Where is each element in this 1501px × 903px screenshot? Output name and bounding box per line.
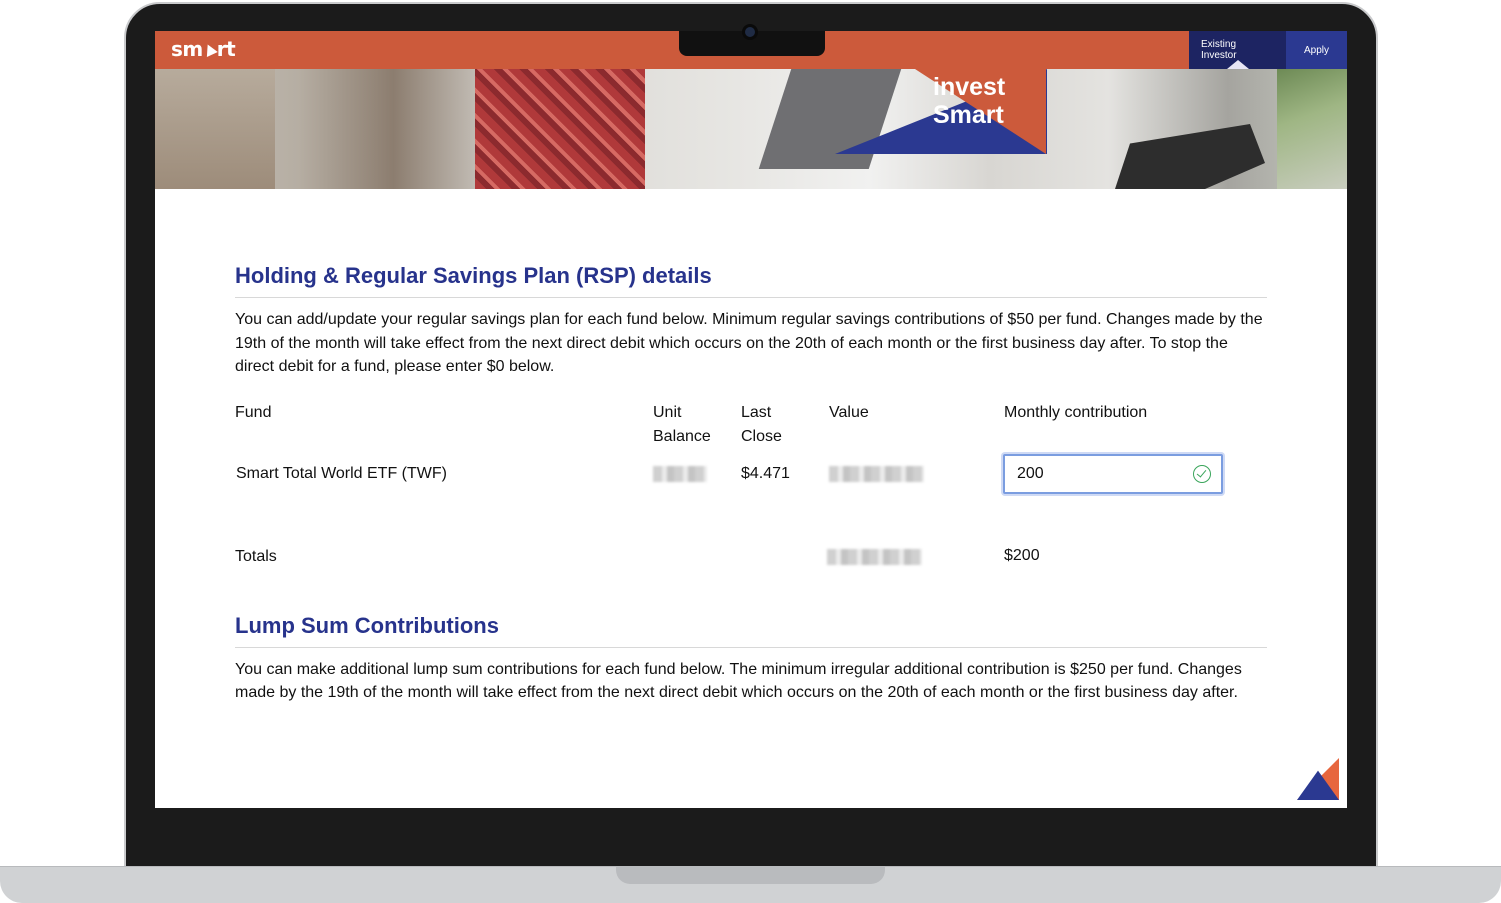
logo-triangle-icon <box>201 41 218 58</box>
header-last-close-line1: Last <box>741 403 772 421</box>
header-last-close: Last Close <box>741 401 782 449</box>
hero-laptop-image <box>758 69 902 169</box>
lump-sum-description: You can make additional lump sum contrib… <box>235 660 1242 702</box>
hero-shelf-image <box>155 69 275 189</box>
smart-logo[interactable]: sm rt <box>171 37 236 61</box>
hero-person-image <box>475 69 645 189</box>
main-content: Holding & Regular Savings Plan (RSP) det… <box>235 263 1267 705</box>
nav-existing-investor[interactable]: Existing Investor <box>1189 31 1286 69</box>
nav-existing-investor-label: Existing Investor <box>1201 39 1237 61</box>
monthly-contribution-field[interactable] <box>1003 453 1223 494</box>
check-circle-icon <box>1193 464 1211 483</box>
header-value: Value <box>829 403 869 421</box>
nav-right: Existing Investor Apply <box>1189 31 1347 69</box>
nav-apply[interactable]: Apply <box>1286 31 1347 69</box>
hero-bag-image <box>1115 124 1265 189</box>
browser-screen: sm rt Existing Investor Apply invest Smar… <box>155 31 1347 808</box>
rsp-fund-table: Fund Unit Balance Last Close Value Month… <box>235 401 1267 571</box>
hero-banner: invest Smart <box>155 69 1347 189</box>
hero-line-2: Smart <box>933 101 1004 129</box>
nav-apply-label: Apply <box>1303 44 1329 56</box>
unit-balance-redacted <box>653 465 707 490</box>
value-redacted <box>829 465 924 490</box>
hero-plant-image <box>1277 69 1347 189</box>
totals-monthly-contribution: $200 <box>1004 546 1040 564</box>
header-last-close-line2: Close <box>741 427 782 445</box>
header-monthly-contribution: Monthly contribution <box>1004 403 1148 421</box>
header-fund: Fund <box>235 403 272 421</box>
rsp-description: You can add/update your regular savings … <box>235 311 1263 375</box>
hero-invest-smart-text: invest Smart <box>933 73 1005 129</box>
last-close-value: $4.471 <box>741 464 790 482</box>
lump-sum-section-title: Lump Sum Contributions <box>235 613 1267 648</box>
rsp-section-title: Holding & Regular Savings Plan (RSP) det… <box>235 263 1267 298</box>
fund-name: Smart Total World ETF (TWF) <box>236 464 447 482</box>
active-caret-icon <box>1226 60 1249 69</box>
hero-line-1: invest <box>933 73 1006 101</box>
header-unit-balance-line2: Balance <box>653 427 711 445</box>
logo-text-end: rt <box>216 37 236 61</box>
logo-text-start: sm <box>171 37 203 61</box>
totals-label: Totals <box>235 547 277 565</box>
header-unit-balance: Unit Balance <box>653 401 711 449</box>
totals-value-redacted <box>827 548 922 573</box>
laptop-hinge-notch <box>616 866 885 884</box>
header-unit-balance-line1: Unit <box>653 403 682 421</box>
brand-corner-icon <box>1297 758 1339 800</box>
webcam-icon <box>742 24 758 40</box>
monthly-contribution-input[interactable] <box>1005 455 1175 492</box>
